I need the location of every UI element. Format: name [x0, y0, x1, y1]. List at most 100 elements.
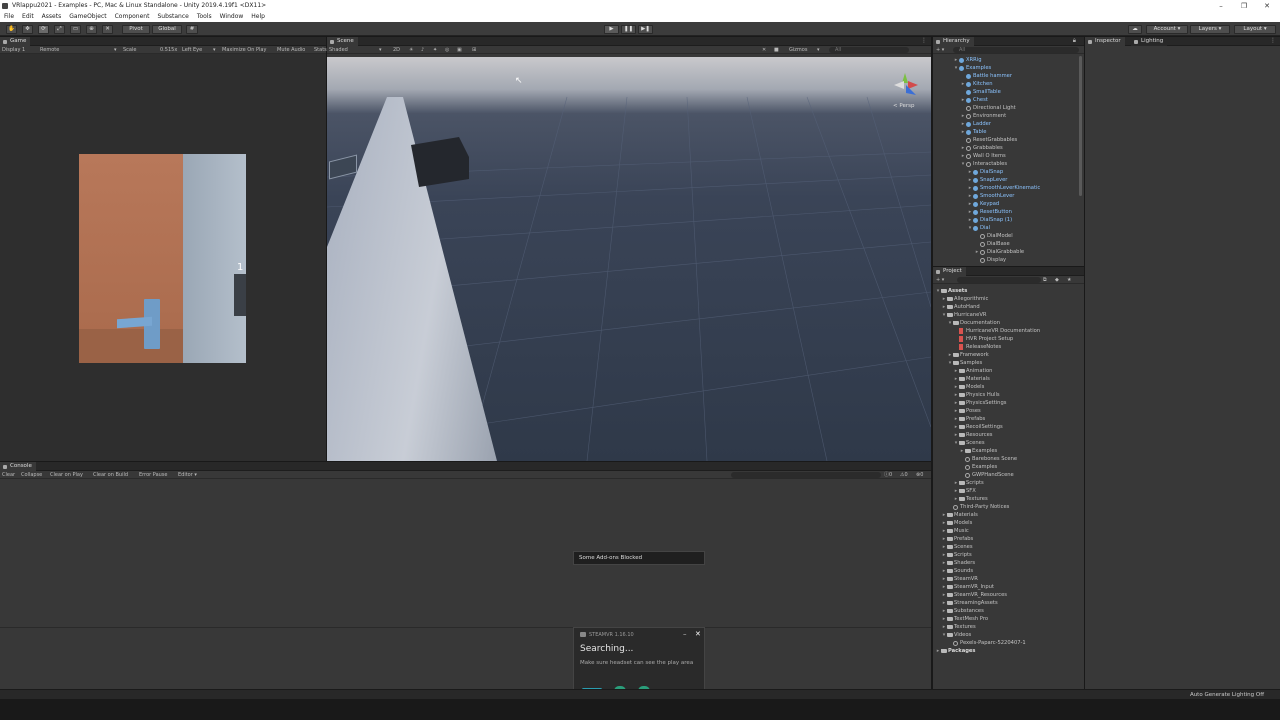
rotate-tool-icon[interactable]: ⟳: [38, 25, 49, 34]
menu-assets[interactable]: Assets: [42, 12, 62, 22]
menu-window[interactable]: Window: [220, 12, 244, 22]
project-item[interactable]: Examples: [933, 463, 1081, 471]
hierarchy-item[interactable]: ▾ Interactables: [933, 160, 1079, 168]
project-item[interactable]: ▸ SteamVR_Resources: [933, 591, 1081, 599]
project-item[interactable]: ReleaseNotes: [933, 343, 1081, 351]
global-toggle[interactable]: Global: [152, 25, 182, 34]
project-item[interactable]: ▸ Scripts: [933, 551, 1081, 559]
project-item[interactable]: ▸ Sounds: [933, 567, 1081, 575]
hierarchy-item[interactable]: ▸ Table: [933, 128, 1079, 136]
menu-gameobject[interactable]: GameObject: [69, 12, 106, 22]
hierarchy-item[interactable]: ▸ DialSnap (1): [933, 216, 1079, 224]
project-item[interactable]: ▸ Resources: [933, 431, 1081, 439]
label-icon[interactable]: ◆: [1055, 276, 1059, 284]
hierarchy-item[interactable]: ▸ DialSnap: [933, 168, 1079, 176]
stats-toggle[interactable]: Stats: [314, 46, 327, 54]
project-item[interactable]: Barebones Scene: [933, 455, 1081, 463]
project-item[interactable]: Third-Party Notices: [933, 503, 1081, 511]
hierarchy-item[interactable]: ▸ DialGrabbable: [933, 248, 1079, 256]
pivot-toggle[interactable]: Pivot: [122, 25, 150, 34]
lock-icon[interactable]: 🔒︎: [1073, 37, 1076, 45]
maximize-on-play-toggle[interactable]: Maximize On Play: [222, 46, 266, 54]
tab-inspector[interactable]: Inspector: [1085, 37, 1125, 46]
grid-toggle-icon[interactable]: ⊞: [472, 46, 476, 54]
project-item[interactable]: ▸ Textures: [933, 495, 1081, 503]
project-item[interactable]: ▸ Models: [933, 383, 1081, 391]
project-item[interactable]: ▸ Poses: [933, 407, 1081, 415]
console-button-2[interactable]: Clear on Play: [50, 471, 83, 479]
tab-project[interactable]: Project: [933, 267, 966, 276]
project-search-input[interactable]: [957, 277, 1041, 283]
menu-substance[interactable]: Substance: [157, 12, 188, 22]
project-item[interactable]: ▸ Shaders: [933, 559, 1081, 567]
scene-search-input[interactable]: All: [829, 47, 909, 53]
hierarchy-item[interactable]: ▸ ResetButton: [933, 208, 1079, 216]
project-item[interactable]: ▸ SteamVR: [933, 575, 1081, 583]
shading-dropdown[interactable]: Shaded: [329, 46, 348, 54]
cloud-icon[interactable]: ☁: [1128, 25, 1142, 34]
hierarchy-item[interactable]: DialBase: [933, 240, 1079, 248]
hierarchy-item[interactable]: ▸ Kitchen: [933, 80, 1079, 88]
hierarchy-item[interactable]: ▸ Chest: [933, 96, 1079, 104]
tab-scene[interactable]: Scene: [327, 37, 358, 46]
rect-tool-icon[interactable]: ▭: [70, 25, 81, 34]
menu-tools[interactable]: Tools: [197, 12, 212, 22]
transform-tool-icon[interactable]: ⊕: [86, 25, 97, 34]
project-item[interactable]: ▸ Animation: [933, 367, 1081, 375]
snap-icon[interactable]: #: [186, 25, 198, 34]
project-item[interactable]: ▸ Substances: [933, 607, 1081, 615]
lighting-toggle-icon[interactable]: ☀: [409, 46, 413, 54]
effects-toggle-icon[interactable]: ✦: [433, 46, 437, 54]
project-item[interactable]: ▸ RecoilSettings: [933, 423, 1081, 431]
panel-menu-icon[interactable]: ⋮: [921, 37, 927, 44]
project-item[interactable]: ▸ SFX: [933, 487, 1081, 495]
menu-file[interactable]: File: [4, 12, 14, 22]
scene-viewport[interactable]: < Persp ↖: [327, 57, 931, 461]
project-item[interactable]: ▸ Materials: [933, 375, 1081, 383]
addons-blocked-toast[interactable]: Some Add-ons Blocked: [573, 551, 705, 565]
hierarchy-item[interactable]: ▸ SnapLever: [933, 176, 1079, 184]
hierarchy-search-input[interactable]: All: [953, 47, 1079, 53]
hierarchy-item[interactable]: ▾ Dial: [933, 224, 1079, 232]
hierarchy-item[interactable]: ▸ XRRig: [933, 56, 1079, 64]
project-item[interactable]: HurricaneVR Documentation: [933, 327, 1081, 335]
project-item[interactable]: ▸ Prefabs: [933, 415, 1081, 423]
project-item[interactable]: ▾ Samples: [933, 359, 1081, 367]
project-item[interactable]: ▸ Packages: [933, 647, 1081, 655]
menu-component[interactable]: Component: [115, 12, 150, 22]
project-item[interactable]: ▾ Assets: [933, 287, 1081, 295]
hidden-objects-icon[interactable]: ◎: [445, 46, 449, 54]
project-item[interactable]: ▸ Scripts: [933, 479, 1081, 487]
play-button[interactable]: ▶: [604, 25, 619, 34]
filter-icon[interactable]: ⧉: [1043, 276, 1047, 284]
tab-game[interactable]: Game: [0, 37, 31, 46]
project-item[interactable]: ▾ Videos: [933, 631, 1081, 639]
2d-toggle[interactable]: 2D: [393, 46, 400, 54]
scale-value[interactable]: 0.515x: [160, 46, 177, 54]
layout-dropdown[interactable]: Layout ▾: [1234, 25, 1276, 34]
account-dropdown[interactable]: Account ▾: [1146, 25, 1188, 34]
hierarchy-scrollbar[interactable]: [1079, 56, 1082, 196]
info-count[interactable]: ⓘ 0: [884, 471, 892, 479]
close-button[interactable]: ✕: [1256, 0, 1278, 12]
hierarchy-item[interactable]: ▸ Keypad: [933, 200, 1079, 208]
console-search-input[interactable]: [731, 472, 881, 478]
hierarchy-item[interactable]: ▸ Environment: [933, 112, 1079, 120]
game-render[interactable]: 1: [79, 154, 246, 363]
console-button-0[interactable]: Clear: [2, 471, 15, 479]
console-button-3[interactable]: Clear on Build: [93, 471, 128, 479]
left-eye-dropdown[interactable]: Left Eye: [182, 46, 202, 54]
gizmos-dropdown[interactable]: Gizmos: [789, 46, 807, 54]
audio-toggle-icon[interactable]: ♪: [421, 46, 424, 54]
inspector-menu-icon[interactable]: ⋮: [1270, 37, 1276, 44]
minimize-icon[interactable]: –: [683, 630, 687, 638]
project-item[interactable]: ▾ Documentation: [933, 319, 1081, 327]
hierarchy-item[interactable]: ▸ Grabbables: [933, 144, 1079, 152]
project-item[interactable]: GWPHandScene: [933, 471, 1081, 479]
create-button[interactable]: + ▾: [936, 46, 944, 54]
display-dropdown[interactable]: Display 1: [2, 46, 25, 54]
console-button-4[interactable]: Error Pause: [139, 471, 167, 479]
project-item[interactable]: Pexels-Paparc-5220407-1: [933, 639, 1081, 647]
warning-count[interactable]: ⚠ 0: [900, 471, 908, 479]
tools-icon[interactable]: ✕: [762, 46, 766, 54]
